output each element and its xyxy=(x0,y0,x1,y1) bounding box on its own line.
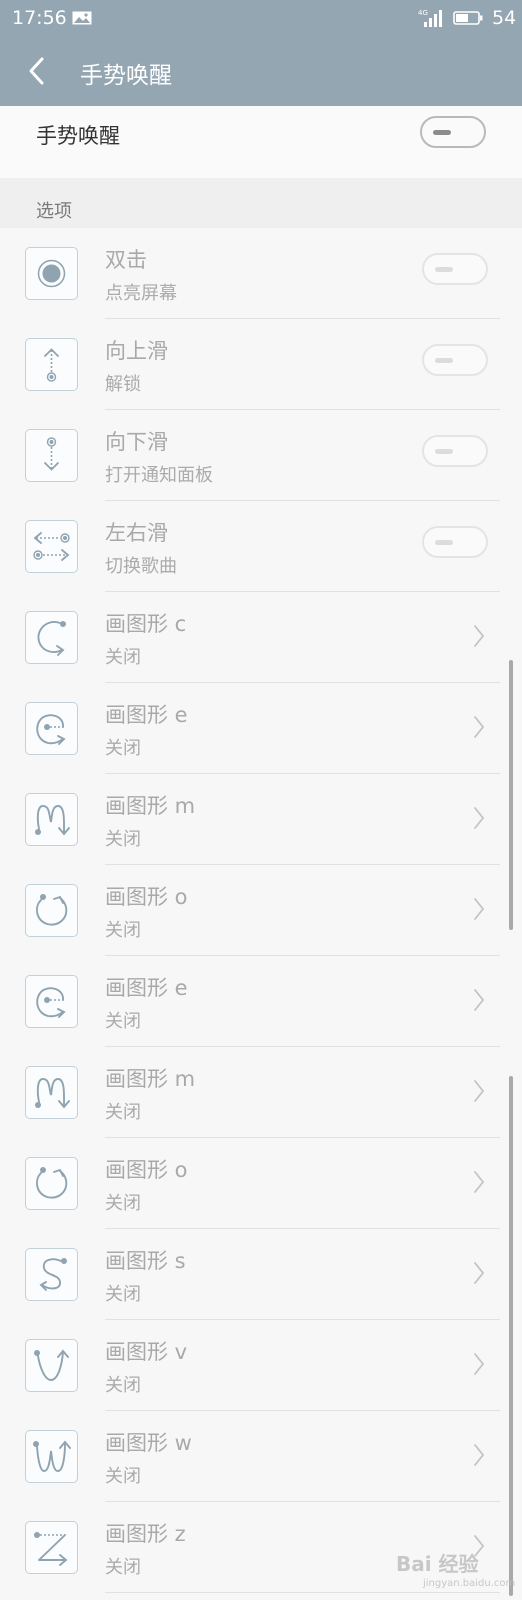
gesture-option-title: 画图形 m xyxy=(105,1067,196,1091)
gesture-option-title: 画图形 m xyxy=(105,794,196,818)
double-tap-icon xyxy=(25,247,78,300)
gesture-option-row[interactable]: 画图形 v 关闭 xyxy=(0,1320,522,1411)
row-divider xyxy=(105,1592,500,1593)
gesture-option-title: 双击 xyxy=(105,248,147,272)
gesture-option-row: 向下滑 打开通知面板 xyxy=(0,410,522,501)
gesture-option-subtitle: 关闭 xyxy=(105,1375,141,1396)
master-gesture-wake-row: 手势唤醒 xyxy=(0,106,522,178)
chevron-right-icon[interactable] xyxy=(472,1078,486,1104)
gesture-option-title: 向上滑 xyxy=(105,339,168,363)
master-gesture-wake-toggle[interactable] xyxy=(420,116,486,148)
toggle-knob xyxy=(435,267,453,272)
gesture-option-title: 向下滑 xyxy=(105,430,168,454)
gesture-option-title: 画图形 s xyxy=(105,1249,186,1273)
gesture-option-row[interactable]: 画图形 m 关闭 xyxy=(0,774,522,865)
image-notification-icon xyxy=(72,11,92,25)
gesture-option-subtitle: 关闭 xyxy=(105,829,141,850)
gesture-option-subtitle: 关闭 xyxy=(105,1193,141,1214)
watermark-logo: Bai 经验 xyxy=(396,1552,479,1576)
chevron-right-icon[interactable] xyxy=(472,1260,486,1286)
status-bar: 17:56 4G 54 xyxy=(0,0,522,36)
draw-e-icon xyxy=(25,702,78,755)
back-arrow-icon[interactable] xyxy=(26,56,46,86)
battery-icon xyxy=(453,11,483,25)
section-label: 选项 xyxy=(36,201,72,222)
chevron-right-icon[interactable] xyxy=(472,987,486,1013)
gesture-option-list: 双击 点亮屏幕 向上滑 解锁 向下滑 打开通知面板 左右滑 切换歌曲 画图形 c 关闭 画图形 e关… xyxy=(0,228,522,1593)
gesture-option-subtitle: 点亮屏幕 xyxy=(105,283,177,304)
chevron-right-icon[interactable] xyxy=(472,805,486,831)
gesture-option-row[interactable]: 画图形 m 关闭 xyxy=(0,1047,522,1138)
gesture-option-toggle[interactable] xyxy=(422,253,488,285)
gesture-option-title: 左右滑 xyxy=(105,521,168,545)
gesture-option-subtitle: 关闭 xyxy=(105,1557,141,1578)
draw-c-icon xyxy=(25,611,78,664)
gesture-option-toggle[interactable] xyxy=(422,344,488,376)
chevron-right-icon[interactable] xyxy=(472,1442,486,1468)
swipe-left-right-icon xyxy=(25,520,78,573)
signal-icon: 4G xyxy=(418,9,442,27)
gesture-option-row: 双击 点亮屏幕 xyxy=(0,228,522,319)
toggle-knob xyxy=(435,358,453,363)
battery-percent: 54 xyxy=(492,7,517,29)
options-section-header: 选项 xyxy=(0,178,522,228)
gesture-option-row[interactable]: 画图形 e 关闭 xyxy=(0,683,522,774)
toggle-knob xyxy=(433,130,451,135)
gesture-option-row[interactable]: 画图形 o 关闭 xyxy=(0,865,522,956)
status-time: 17:56 xyxy=(12,7,67,29)
swipe-down-icon xyxy=(25,429,78,482)
gesture-option-subtitle: 解锁 xyxy=(105,374,141,395)
draw-s-icon xyxy=(25,1248,78,1301)
gesture-option-subtitle: 关闭 xyxy=(105,1011,141,1032)
gesture-option-title: 画图形 o xyxy=(105,1158,188,1182)
gesture-option-title: 画图形 e xyxy=(105,703,188,727)
gesture-option-title: 画图形 v xyxy=(105,1340,188,1364)
scrollbar[interactable] xyxy=(509,1076,513,1596)
toggle-knob xyxy=(435,540,453,545)
draw-v-icon xyxy=(25,1339,78,1392)
gesture-option-row[interactable]: 画图形 w 关闭 xyxy=(0,1411,522,1502)
gesture-option-row[interactable]: 画图形 s 关闭 xyxy=(0,1229,522,1320)
scrollbar[interactable] xyxy=(509,660,513,930)
gesture-option-row[interactable]: 画图形 o 关闭 xyxy=(0,1138,522,1229)
gesture-option-row[interactable]: 画图形 c 关闭 xyxy=(0,592,522,683)
draw-w-icon xyxy=(25,1430,78,1483)
gesture-option-subtitle: 关闭 xyxy=(105,647,141,668)
svg-text:4G: 4G xyxy=(418,9,428,17)
gesture-option-toggle[interactable] xyxy=(422,526,488,558)
chevron-right-icon[interactable] xyxy=(472,623,486,649)
app-bar: 手势唤醒 xyxy=(0,36,522,106)
gesture-option-toggle[interactable] xyxy=(422,435,488,467)
gesture-option-row: 向上滑 解锁 xyxy=(0,319,522,410)
chevron-right-icon[interactable] xyxy=(472,714,486,740)
gesture-option-title: 画图形 w xyxy=(105,1431,192,1455)
master-gesture-wake-label: 手势唤醒 xyxy=(36,124,120,148)
swipe-up-icon xyxy=(25,338,78,391)
gesture-option-title: 画图形 c xyxy=(105,612,187,636)
draw-z-icon xyxy=(25,1521,78,1574)
chevron-right-icon[interactable] xyxy=(472,896,486,922)
gesture-option-title: 画图形 e xyxy=(105,976,188,1000)
gesture-option-title: 画图形 o xyxy=(105,885,188,909)
draw-o-icon xyxy=(25,1157,78,1210)
gesture-option-subtitle: 关闭 xyxy=(105,1466,141,1487)
gesture-option-subtitle: 切换歌曲 xyxy=(105,556,177,577)
gesture-option-row[interactable]: 画图形 e 关闭 xyxy=(0,956,522,1047)
draw-e-icon xyxy=(25,975,78,1028)
watermark-url: jingyan.baidu.com xyxy=(423,1578,516,1589)
gesture-option-row: 左右滑 切换歌曲 xyxy=(0,501,522,592)
chevron-right-icon[interactable] xyxy=(472,1351,486,1377)
draw-o-icon xyxy=(25,884,78,937)
gesture-option-title: 画图形 z xyxy=(105,1522,186,1546)
toggle-knob xyxy=(435,449,453,454)
draw-m-icon xyxy=(25,793,78,846)
page-title: 手势唤醒 xyxy=(80,63,172,89)
draw-m-icon xyxy=(25,1066,78,1119)
chevron-right-icon[interactable] xyxy=(472,1169,486,1195)
gesture-option-subtitle: 关闭 xyxy=(105,1284,141,1305)
gesture-option-subtitle: 关闭 xyxy=(105,738,141,759)
gesture-option-subtitle: 关闭 xyxy=(105,920,141,941)
gesture-option-subtitle: 关闭 xyxy=(105,1102,141,1123)
gesture-option-subtitle: 打开通知面板 xyxy=(105,465,213,486)
